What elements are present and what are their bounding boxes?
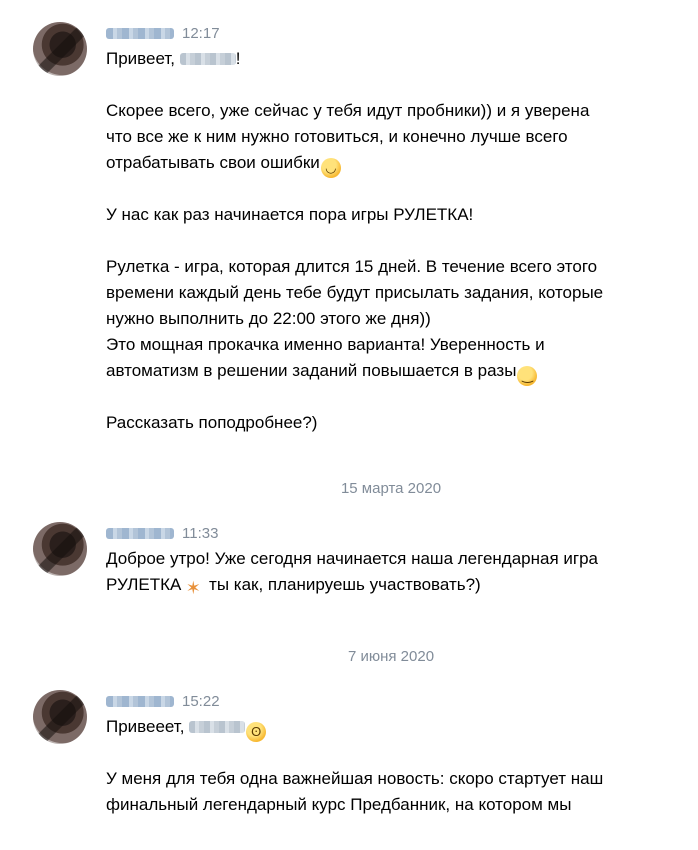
message-header: 15:22 bbox=[106, 691, 220, 711]
avatar[interactable] bbox=[33, 22, 87, 76]
text-line: У меня для тебя одна важнейшая новость: … bbox=[106, 769, 604, 788]
text-line: Скорее всего, уже сейчас у тебя идут про… bbox=[106, 101, 590, 120]
date-label: 7 июня 2020 bbox=[347, 648, 435, 665]
avatar[interactable] bbox=[33, 690, 87, 744]
text-line: Доброе утро! Уже сегодня начинается наша… bbox=[106, 549, 598, 568]
message-time: 15:22 bbox=[182, 692, 220, 710]
text-line: РУЛЕТКА bbox=[106, 575, 182, 594]
text-line: Рассказать поподробнее?) bbox=[106, 413, 318, 432]
greeting-punct: ! bbox=[235, 49, 241, 68]
recipient-name-blurred bbox=[179, 53, 236, 65]
date-label: 15 марта 2020 bbox=[340, 480, 442, 497]
text-line: У нас как раз начинается пора игры РУЛЕТ… bbox=[106, 205, 474, 224]
greeting-text: Привееет, bbox=[106, 717, 190, 736]
text-line: что все же к ним нужно готовиться, и кон… bbox=[106, 127, 568, 146]
text-line: отрабатывать свои ошибки bbox=[106, 153, 320, 172]
winking-face-emoji-icon: ‿ bbox=[517, 366, 538, 386]
text-line: автоматизм в решении заданий повышается … bbox=[106, 361, 517, 380]
date-separator: 7 июня 2020 bbox=[0, 647, 698, 667]
message-time: 12:17 bbox=[182, 24, 220, 42]
sender-name-blurred[interactable] bbox=[106, 527, 174, 539]
message-header: 12:17 bbox=[106, 23, 220, 43]
message-feed: 12:17 Привеет, ! Скорее всего, уже сейча… bbox=[0, 0, 698, 850]
date-separator: 15 марта 2020 bbox=[0, 479, 698, 499]
message-time: 11:33 bbox=[182, 524, 219, 542]
greeting-text: Привеет, bbox=[106, 49, 180, 68]
text-line: нужно выполнить до 22:00 этого же дня)) bbox=[106, 309, 431, 328]
sender-name-blurred[interactable] bbox=[106, 695, 174, 707]
text-line: финальный легендарный курс Предбанник, н… bbox=[106, 795, 572, 814]
text-line: ты как, планируешь участвовать?) bbox=[204, 575, 481, 594]
text-line: Это мощная прокачка именно варианта! Уве… bbox=[106, 335, 545, 354]
flushed-face-emoji-icon: ʘ bbox=[246, 722, 267, 742]
recipient-name-blurred bbox=[189, 721, 246, 733]
message-header: 11:33 bbox=[106, 523, 218, 543]
text-line: Рулетка - игра, которая длится 15 дней. … bbox=[106, 257, 598, 276]
message-text: Привеет, ! Скорее всего, уже сейчас у те… bbox=[106, 46, 676, 436]
message-text: Привееет, ʘ У меня для тебя одна важнейш… bbox=[106, 714, 676, 818]
sender-name-blurred[interactable] bbox=[106, 27, 174, 39]
smiling-face-emoji-icon: ◡ bbox=[320, 158, 341, 178]
text-line: времени каждый день тебе будут присылать… bbox=[106, 283, 604, 302]
party-popper-emoji-icon: ✶ bbox=[185, 578, 201, 598]
message-text: Доброе утро! Уже сегодня начинается наша… bbox=[106, 546, 676, 598]
avatar[interactable] bbox=[33, 522, 87, 576]
